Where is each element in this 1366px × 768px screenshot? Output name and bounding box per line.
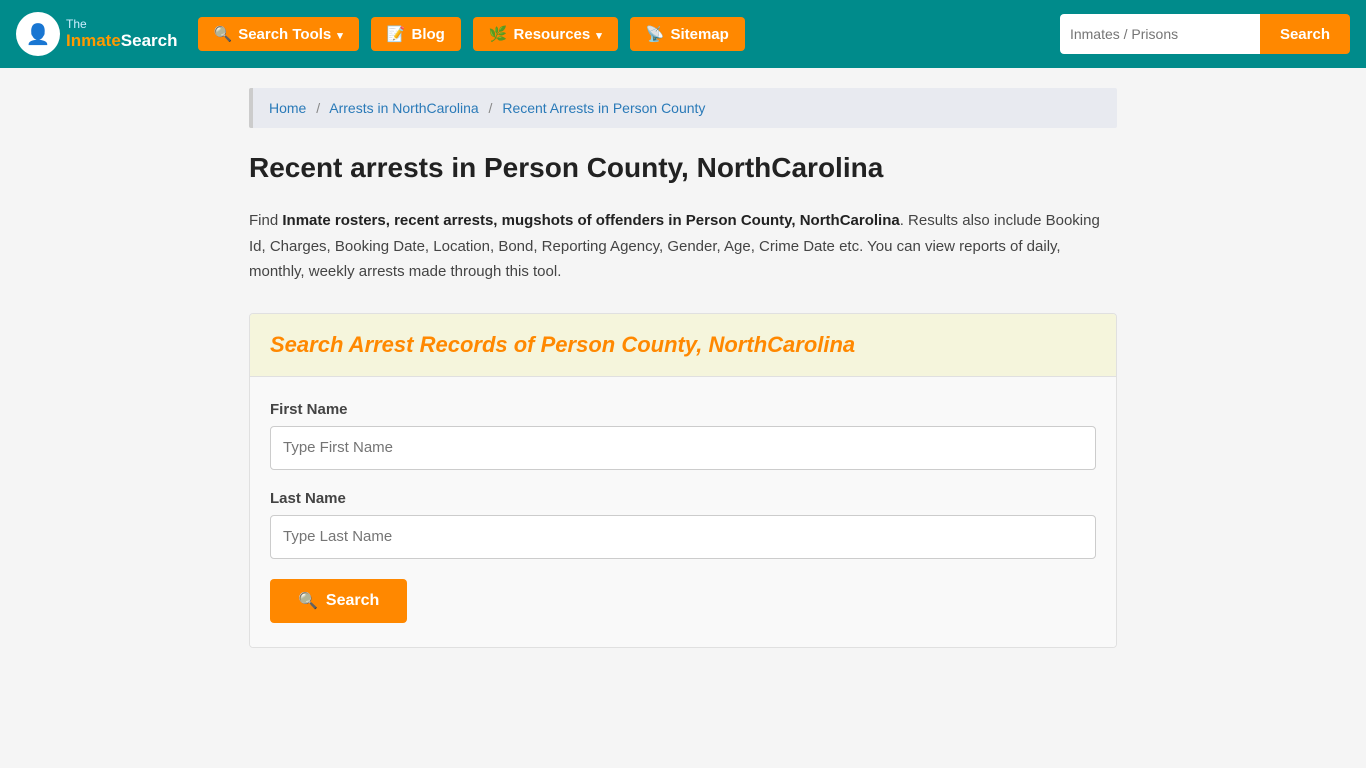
header-search-label: Search: [1280, 26, 1330, 43]
blog-icon: 📝: [387, 25, 406, 43]
main-content: Home / Arrests in NorthCarolina / Recent…: [233, 68, 1133, 668]
search-submit-label: Search: [326, 592, 379, 610]
breadcrumb-home[interactable]: Home: [269, 100, 306, 116]
sitemap-button[interactable]: 📡 Sitemap: [630, 17, 745, 51]
page-title: Recent arrests in Person County, NorthCa…: [249, 152, 1117, 184]
breadcrumb-sep-2: /: [489, 100, 493, 116]
breadcrumb-arrests-nc[interactable]: Arrests in NorthCarolina: [329, 100, 478, 116]
header-search-area: Search: [1060, 14, 1350, 54]
find-prefix: Find: [249, 212, 282, 229]
search-form-title: Search Arrest Records of Person County, …: [270, 332, 1096, 358]
resources-label: Resources: [514, 26, 591, 43]
person-search-icon: 👤: [26, 22, 51, 47]
page-description: Find Inmate rosters, recent arrests, mug…: [249, 208, 1117, 285]
last-name-input[interactable]: [270, 515, 1096, 559]
last-name-group: Last Name: [270, 490, 1096, 559]
first-name-input[interactable]: [270, 426, 1096, 470]
search-tools-button[interactable]: 🔍 Search Tools: [198, 17, 359, 51]
site-header: 👤 The InmateSearch 🔍 Search Tools 📝 Blog…: [0, 0, 1366, 68]
search-form-header: Search Arrest Records of Person County, …: [250, 314, 1116, 377]
blog-button[interactable]: 📝 Blog: [371, 17, 461, 51]
site-logo[interactable]: 👤 The InmateSearch: [16, 12, 178, 56]
last-name-label: Last Name: [270, 490, 1096, 507]
search-form-body: First Name Last Name 🔍 Search: [250, 377, 1116, 647]
header-search-input[interactable]: [1060, 14, 1260, 54]
breadcrumb-sep-1: /: [316, 100, 320, 116]
logo-text: The InmateSearch: [66, 17, 178, 52]
first-name-group: First Name: [270, 401, 1096, 470]
logo-icon-box: 👤: [16, 12, 60, 56]
resources-chevron-icon: [596, 26, 602, 43]
search-submit-icon: 🔍: [298, 591, 318, 611]
search-tools-icon: 🔍: [214, 25, 233, 43]
search-form-section: Search Arrest Records of Person County, …: [249, 313, 1117, 648]
blog-label: Blog: [412, 26, 445, 43]
breadcrumb: Home / Arrests in NorthCarolina / Recent…: [249, 88, 1117, 128]
first-name-label: First Name: [270, 401, 1096, 418]
search-submit-button[interactable]: 🔍 Search: [270, 579, 407, 623]
sitemap-icon: 📡: [646, 25, 665, 43]
search-tools-label: Search Tools: [238, 26, 331, 43]
search-tools-chevron-icon: [337, 26, 343, 43]
header-search-button[interactable]: Search: [1260, 14, 1350, 54]
breadcrumb-current[interactable]: Recent Arrests in Person County: [502, 100, 705, 116]
description-bold: Inmate rosters, recent arrests, mugshots…: [282, 212, 899, 229]
resources-button[interactable]: 🌿 Resources: [473, 17, 618, 51]
sitemap-label: Sitemap: [670, 26, 728, 43]
resources-icon: 🌿: [489, 25, 508, 43]
